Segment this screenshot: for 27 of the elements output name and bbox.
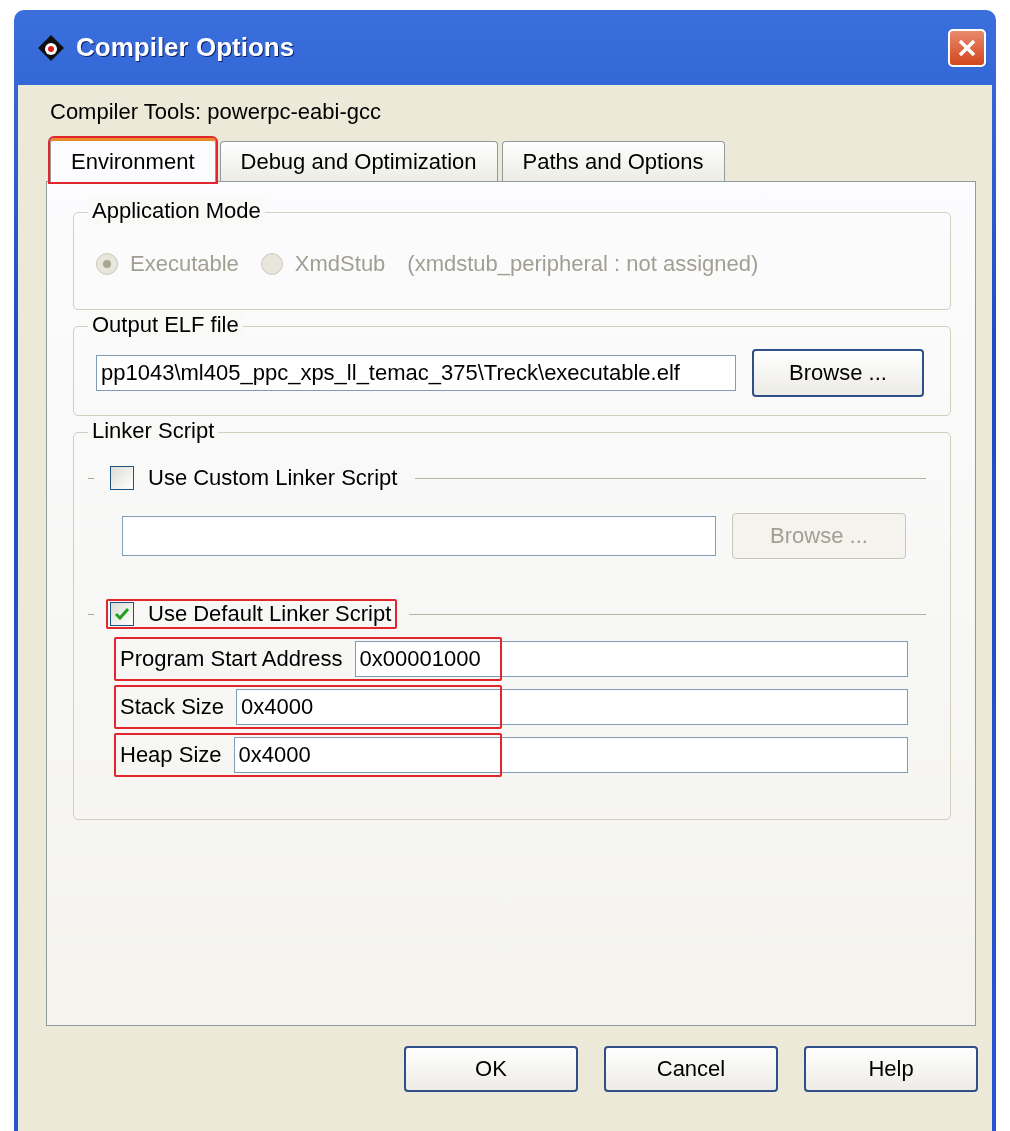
browse-button[interactable]: Browse ... [752, 349, 924, 397]
tab[interactable]: Debug and Optimization [219, 141, 498, 181]
checkbox[interactable] [110, 466, 134, 490]
output-file-field[interactable]: pp1043\ml405_ppc_xps_ll_temac_375\Treck\executable.elf [96, 355, 736, 391]
note-text: (xmdstub_peripheral : not assigned) [407, 251, 759, 277]
tab[interactable]: Environment [50, 138, 216, 182]
group-title: Output ELF file [88, 312, 243, 338]
tab[interactable]: Paths and Options [501, 141, 725, 181]
checkbox[interactable] [110, 602, 134, 626]
group-title: Application Mode [88, 198, 265, 224]
input-field[interactable]: 0x4000 [235, 689, 908, 725]
check-mark-icon [114, 606, 130, 622]
checkbox-label[interactable]: Use Custom Linker Script [148, 465, 398, 491]
dialog-button[interactable]: Cancel [604, 1046, 778, 1092]
input-field[interactable]: 0x00001000 [354, 641, 908, 677]
app-icon [36, 32, 66, 63]
field-label: Stack Size [120, 694, 224, 720]
window-title: Compiler Options [76, 32, 296, 63]
field-label: Program Start Address [120, 646, 343, 672]
checkbox-label[interactable]: Use Default Linker Script [148, 601, 392, 627]
dialog-button[interactable]: OK [404, 1046, 578, 1092]
close-button[interactable] [948, 28, 986, 67]
compiler-tools-label: Compiler Tools: powerpc-eabi-gcc [50, 99, 381, 124]
input-field[interactable]: 0x4000 [233, 737, 908, 773]
linker-script-field[interactable] [122, 516, 716, 556]
dialog-button[interactable]: Help [804, 1046, 978, 1092]
field-label: Heap Size [120, 742, 222, 768]
